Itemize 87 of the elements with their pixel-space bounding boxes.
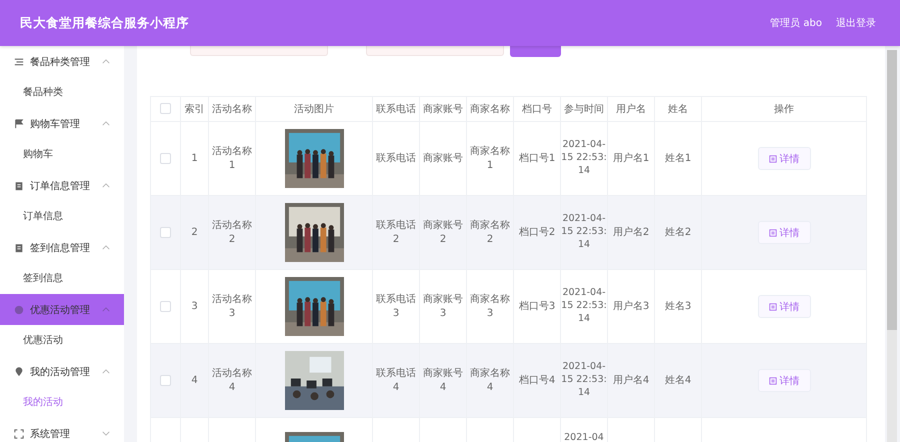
table-cell: 姓名2 bbox=[664, 226, 692, 240]
table-cell: 商家账号 bbox=[423, 152, 463, 166]
menu-item[interactable]: 订单信息管理 bbox=[0, 170, 124, 201]
submenu-item[interactable]: 我的活动 bbox=[0, 387, 124, 418]
table-cell: 档口号2 bbox=[518, 226, 556, 240]
search-button[interactable] bbox=[510, 46, 561, 57]
table-cell: 联系电话2 bbox=[376, 219, 416, 246]
table-cell: 2021-04 bbox=[564, 432, 604, 442]
column-header: 活动图片 bbox=[256, 96, 372, 122]
table-cell: 活动名称1 bbox=[212, 145, 252, 172]
frame-icon bbox=[14, 428, 24, 438]
table-cell: 活动名称4 bbox=[212, 367, 252, 394]
table-cell: 用户名3 bbox=[612, 300, 650, 314]
pin-icon bbox=[14, 366, 24, 376]
table-cell: 联系电话4 bbox=[376, 367, 416, 394]
badge-icon bbox=[14, 304, 24, 314]
document-icon bbox=[768, 376, 776, 384]
table-cell: 档口号1 bbox=[518, 152, 556, 166]
table-cell: 商家名称2 bbox=[470, 219, 510, 246]
table-cell: 联系电话3 bbox=[376, 293, 416, 320]
column-header: 操作 bbox=[702, 96, 866, 122]
menu-item[interactable]: 我的活动管理 bbox=[0, 356, 124, 387]
flag-icon bbox=[14, 118, 24, 128]
menu-item[interactable]: 购物车管理 bbox=[0, 108, 124, 139]
table-cell: 活动名称2 bbox=[212, 219, 252, 246]
table-cell: 姓名4 bbox=[664, 374, 692, 388]
table-cell: 商家账号4 bbox=[423, 367, 463, 394]
column-header: 姓名 bbox=[654, 96, 702, 122]
document-icon bbox=[768, 154, 776, 162]
table-cell: 4 bbox=[191, 374, 198, 388]
detail-button[interactable]: 详情 bbox=[758, 221, 810, 244]
detail-button[interactable]: 详情 bbox=[758, 295, 810, 318]
submenu-item[interactable]: 购物车 bbox=[0, 139, 124, 170]
clipboard-icon bbox=[14, 180, 24, 190]
table-cell: 用户名1 bbox=[612, 152, 650, 166]
table-cell: 商家账号2 bbox=[423, 219, 463, 246]
table-cell: 用户名4 bbox=[612, 374, 650, 388]
row-checkbox[interactable] bbox=[160, 300, 171, 312]
table-cell: 档口号3 bbox=[518, 300, 556, 314]
column-header: 档口号 bbox=[514, 96, 560, 122]
detail-button[interactable]: 详情 bbox=[758, 147, 810, 170]
scrollbar[interactable] bbox=[887, 50, 897, 442]
column-header: 索引 bbox=[180, 96, 208, 122]
table-cell: 1 bbox=[191, 152, 198, 166]
table-cell: 姓名1 bbox=[664, 152, 692, 166]
table-cell: 2 bbox=[191, 226, 198, 240]
column-header: 商家账号 bbox=[420, 96, 466, 122]
row-checkbox[interactable] bbox=[160, 152, 171, 164]
table-cell: 2021-04-15 22:53:14 bbox=[561, 361, 607, 400]
list-icon bbox=[14, 56, 24, 66]
submenu-item[interactable]: 订单信息 bbox=[0, 201, 124, 232]
select-all-checkbox[interactable] bbox=[160, 103, 171, 114]
submenu-item[interactable]: 签到信息 bbox=[0, 263, 124, 294]
menu-item[interactable]: 系统管理 bbox=[0, 418, 124, 442]
menu-item[interactable]: 餐品种类管理 bbox=[0, 46, 124, 77]
table-cell: 姓名3 bbox=[664, 300, 692, 314]
menu-item[interactable]: 签到信息管理 bbox=[0, 232, 124, 263]
submenu-item[interactable]: 优惠活动 bbox=[0, 325, 124, 356]
search-field[interactable] bbox=[366, 46, 504, 56]
table-cell: 2021-04-15 22:53:14 bbox=[561, 139, 607, 178]
table-cell: 商家名称3 bbox=[470, 293, 510, 320]
table-cell: 商家账号3 bbox=[423, 293, 463, 320]
table-cell: 商家名称1 bbox=[470, 145, 510, 172]
table-cell: 档口号4 bbox=[518, 374, 556, 388]
table-cell: 商家名称4 bbox=[470, 367, 510, 394]
column-header: 联系电话 bbox=[372, 96, 420, 122]
search-field[interactable] bbox=[190, 46, 328, 56]
column-header: 用户名 bbox=[608, 96, 654, 122]
row-checkbox[interactable] bbox=[160, 226, 171, 238]
column-header: 活动名称 bbox=[208, 96, 256, 122]
clipboard-icon bbox=[14, 242, 24, 252]
table-cell: 活动名称3 bbox=[212, 293, 252, 320]
user-name: 管理员 abo bbox=[770, 17, 822, 30]
submenu-item[interactable]: 餐品种类 bbox=[0, 77, 124, 108]
row-checkbox[interactable] bbox=[160, 374, 171, 386]
table-cell: 2021-04-15 22:53:14 bbox=[561, 287, 607, 326]
app-title: 民大食堂用餐综合服务小程序 bbox=[20, 14, 189, 32]
column-header: 商家名称 bbox=[466, 96, 514, 122]
detail-button[interactable]: 详情 bbox=[758, 369, 810, 392]
table-cell: 3 bbox=[191, 300, 198, 314]
document-icon bbox=[768, 228, 776, 236]
table-cell: 用户名2 bbox=[612, 226, 650, 240]
column-header: 参与时间 bbox=[560, 96, 608, 122]
table-cell: 2021-04-15 22:53:14 bbox=[561, 213, 607, 252]
document-icon bbox=[768, 302, 776, 310]
logout-link[interactable]: 退出登录 bbox=[836, 16, 876, 30]
table-cell: 联系电话 bbox=[376, 152, 416, 166]
